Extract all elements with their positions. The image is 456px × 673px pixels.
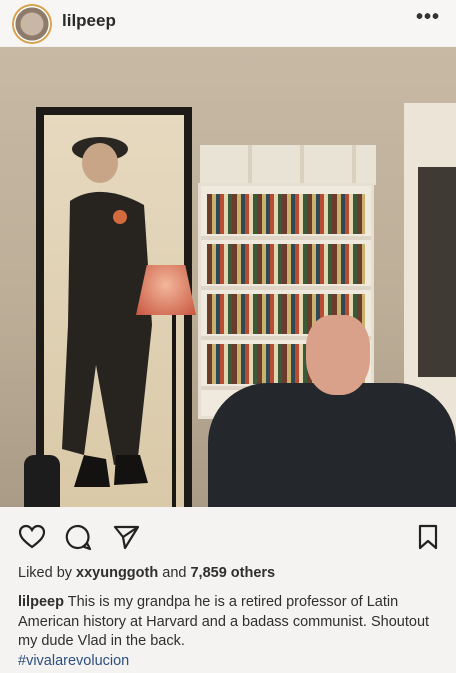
avatar[interactable] [12,4,52,44]
space-heater [24,455,60,507]
send-icon[interactable] [112,523,140,551]
caption-author[interactable]: lilpeep [18,594,64,610]
likes-summary[interactable]: Liked by xxyunggoth and 7,859 others [18,565,275,581]
likes-middle: and [162,565,187,581]
window-pane [418,167,456,377]
bookmark-icon[interactable] [414,523,442,551]
post-photo[interactable] [0,47,456,507]
comment-icon[interactable] [64,523,92,551]
shelf-board [201,236,371,240]
caption-hashtag[interactable]: #vivalarevolucion [18,653,129,669]
shelf-board [201,286,371,290]
liked-by-user[interactable]: xxyunggoth [76,565,158,581]
post-details: Liked by xxyunggoth and 7,859 others lil… [0,565,456,673]
post-caption: lilpeep This is my grandpa he is a retir… [18,593,446,671]
likes-prefix: Liked by [18,565,73,581]
likes-count[interactable]: 7,859 others [190,565,275,581]
post-username[interactable]: lilpeep [62,11,116,31]
lamp-pole [172,315,176,507]
book-row [207,244,365,284]
heart-icon[interactable] [18,523,46,551]
caption-text: This is my grandpa he is a retired profe… [18,594,430,649]
man-head [306,315,370,395]
man-sweater [208,383,456,507]
post-header: lilpeep ••• [0,0,456,46]
more-options-icon[interactable]: ••• [416,6,440,29]
action-bar [0,507,456,565]
book-row [207,194,365,234]
stacked-boxes [200,145,376,185]
